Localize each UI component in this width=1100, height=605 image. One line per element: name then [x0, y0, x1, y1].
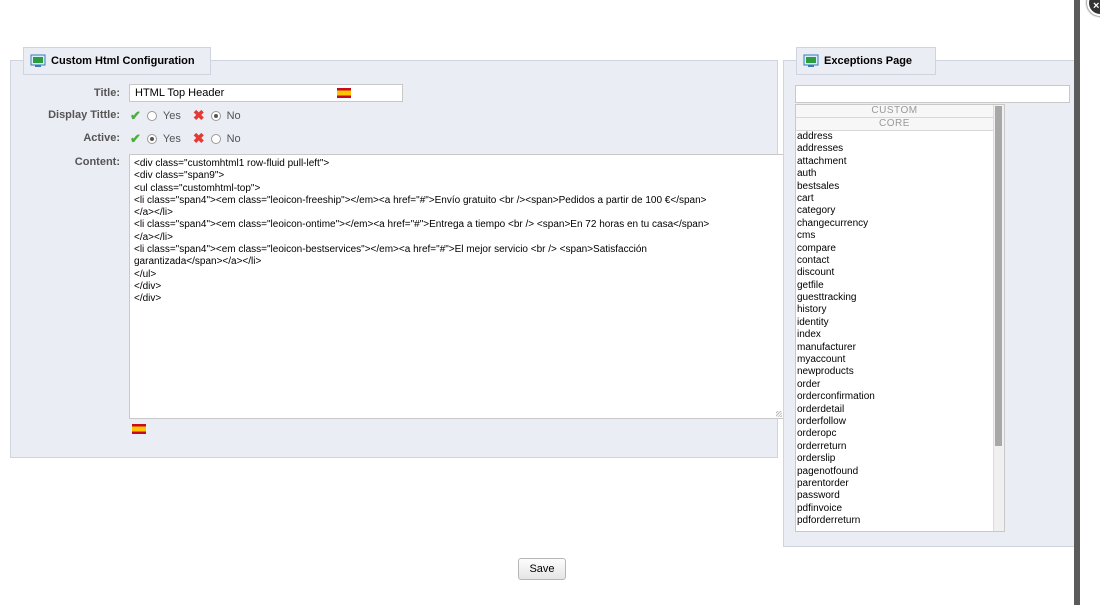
page-option[interactable]: pdfinvoice — [796, 503, 1004, 515]
page-option[interactable]: manufacturer — [796, 342, 1004, 354]
title-value: HTML Top Header — [135, 87, 225, 99]
page-option[interactable]: orderconfirmation — [796, 391, 1004, 403]
page-option[interactable]: pdforderreturn — [796, 515, 1004, 527]
active-no-label[interactable]: No — [227, 133, 241, 145]
page-option[interactable]: changecurrency — [796, 218, 1004, 230]
page-option[interactable]: cms — [796, 230, 1004, 242]
panel-legend: Custom Html Configuration — [23, 47, 211, 75]
resize-handle[interactable] — [776, 411, 782, 417]
display-title-options: ✔ Yes ✖ No — [130, 107, 241, 124]
page-option[interactable]: addresses — [796, 143, 1004, 155]
list-scrollbar[interactable] — [993, 105, 1004, 531]
monitor-icon — [803, 53, 819, 69]
group-label-custom: CUSTOM — [796, 105, 993, 118]
cross-icon: ✖ — [192, 130, 205, 146]
page-option[interactable]: history — [796, 304, 1004, 316]
page-option[interactable]: attachment — [796, 156, 1004, 168]
page-option[interactable]: orderreturn — [796, 441, 1004, 453]
content-label: Content: — [74, 156, 120, 168]
page-option[interactable]: password — [796, 490, 1004, 502]
page-option[interactable]: getfile — [796, 280, 1004, 292]
check-icon: ✔ — [130, 107, 141, 123]
page-options: address addresses attachment auth bestsales c… — [796, 131, 1004, 528]
spain-flag-icon[interactable] — [132, 424, 146, 434]
exceptions-search-input[interactable] — [795, 85, 1070, 103]
page-option[interactable]: identity — [796, 317, 1004, 329]
title-input[interactable]: HTML Top Header — [129, 84, 403, 102]
panel-legend-label: Exceptions Page — [824, 55, 913, 67]
spain-flag-icon[interactable] — [337, 88, 351, 98]
active-options: ✔ Yes ✖ No — [130, 130, 241, 147]
active-label: Active: — [83, 132, 120, 144]
panel-legend: Exceptions Page — [796, 47, 936, 75]
cross-icon: ✖ — [192, 107, 205, 123]
active-no-radio[interactable] — [210, 133, 221, 144]
page-option[interactable]: orderopc — [796, 428, 1004, 440]
page-option[interactable]: newproducts — [796, 366, 1004, 378]
page-option[interactable]: orderslip — [796, 453, 1004, 465]
page-option[interactable]: contact — [796, 255, 1004, 267]
page-option[interactable]: orderfollow — [796, 416, 1004, 428]
window-edge — [1080, 0, 1100, 605]
page-option[interactable]: auth — [796, 168, 1004, 180]
display-title-label: Display Tittle: — [48, 109, 120, 121]
exceptions-page-list[interactable]: CUSTOM CORE address addresses attachment au… — [795, 104, 1005, 532]
page-option[interactable]: compare — [796, 243, 1004, 255]
save-button[interactable]: Save — [518, 558, 566, 580]
page-option[interactable]: order — [796, 379, 1004, 391]
page-option[interactable]: guesttracking — [796, 292, 1004, 304]
page-option[interactable]: pagenotfound — [796, 466, 1004, 478]
active-yes-radio[interactable] — [146, 133, 157, 144]
page-option[interactable]: address — [796, 131, 1004, 143]
page-option[interactable]: index — [796, 329, 1004, 341]
page-option[interactable]: cart — [796, 193, 1004, 205]
content-textarea[interactable]: <div class="customhtml1 row-fluid pull-l… — [129, 154, 784, 419]
list-scrollbar-thumb[interactable] — [995, 106, 1002, 446]
page-option[interactable]: parentorder — [796, 478, 1004, 490]
page-option[interactable]: discount — [796, 267, 1004, 279]
monitor-icon — [30, 53, 46, 69]
active-yes-label[interactable]: Yes — [163, 133, 181, 145]
panel-legend-label: Custom Html Configuration — [51, 55, 195, 67]
page-option[interactable]: myaccount — [796, 354, 1004, 366]
display-title-yes-label[interactable]: Yes — [163, 110, 181, 122]
group-label-core: CORE — [796, 118, 993, 131]
display-title-no-label[interactable]: No — [227, 110, 241, 122]
page-option[interactable]: bestsales — [796, 181, 1004, 193]
display-title-yes-radio[interactable] — [146, 110, 157, 121]
check-icon: ✔ — [130, 130, 141, 146]
page-option[interactable]: category — [796, 205, 1004, 217]
page-option[interactable]: orderdetail — [796, 404, 1004, 416]
title-label: Title: — [93, 87, 120, 99]
display-title-no-radio[interactable] — [210, 110, 221, 121]
